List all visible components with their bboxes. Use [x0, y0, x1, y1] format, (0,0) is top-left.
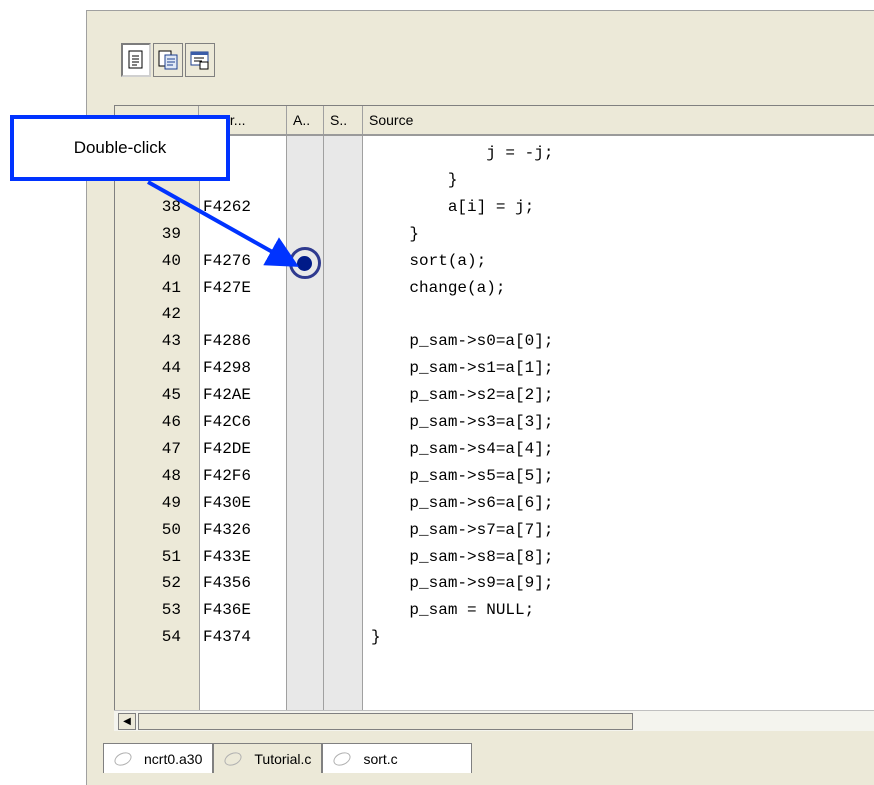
address: F433E	[203, 547, 252, 566]
horizontal-scrollbar[interactable]: ◀	[114, 710, 874, 731]
address: F42F6	[203, 466, 252, 485]
line-number: 51	[161, 547, 181, 566]
view-toolbar	[121, 43, 215, 83]
source-code: p_sam->s1=a[1];	[371, 359, 554, 378]
scroll-thumb[interactable]	[138, 713, 633, 730]
line-number: 39	[161, 224, 181, 243]
table-row[interactable]: 51 F433E p_sam->s8=a[8];	[115, 544, 874, 571]
table-row[interactable]: 45 F42AE p_sam->s2=a[2];	[115, 382, 874, 409]
table-row[interactable]: 40 F4276 sort(a);	[115, 246, 874, 279]
file-icon	[222, 749, 245, 768]
source-listview[interactable]: Line Sour... A.. S.. Source 59 j = -j; }…	[114, 105, 874, 711]
source-code: }	[371, 628, 381, 647]
address: F42C6	[203, 413, 252, 431]
tab-sort[interactable]: sort.c	[322, 743, 473, 773]
table-row[interactable]: 42	[115, 301, 874, 328]
file-tabs: ncrt0.a30 Tutorial.c sort.c	[103, 743, 473, 773]
table-row[interactable]: 49 F430E p_sam->s6=a[6];	[115, 490, 874, 517]
mixed-view-button[interactable]	[153, 43, 183, 77]
line-number: 44	[161, 359, 181, 378]
table-row[interactable]: 44 F4298 p_sam->s1=a[1];	[115, 355, 874, 382]
line-number: 40	[161, 251, 181, 270]
line-number: 54	[161, 628, 181, 647]
line-number: 41	[161, 278, 181, 297]
source-code: p_sam->s8=a[8];	[371, 547, 554, 566]
source-code: p_sam->s0=a[0];	[371, 332, 554, 351]
mixed-view-icon	[158, 50, 178, 70]
source-code: }	[371, 170, 458, 189]
table-row[interactable]: 50 F4326 p_sam->s7=a[7];	[115, 517, 874, 544]
line-number: 45	[161, 386, 181, 405]
address: F4356	[203, 574, 252, 593]
tab-label: Tutorial.c	[254, 750, 312, 767]
tab-tutorial[interactable]: Tutorial.c	[213, 743, 323, 773]
source-code: p_sam->s2=a[2];	[371, 386, 554, 405]
file-icon	[331, 749, 354, 768]
table-row[interactable]: 38 F4262 a[i] = j;	[115, 194, 874, 221]
file-icon	[112, 749, 134, 768]
scroll-left-button[interactable]: ◀	[118, 713, 136, 730]
line-number: 38	[161, 197, 181, 216]
source-code: j = -j;	[371, 144, 554, 162]
address: F436E	[203, 601, 252, 620]
table-row[interactable]: 43 F4286 p_sam->s0=a[0];	[115, 328, 874, 355]
source-code: p_sam->s9=a[9];	[371, 574, 554, 593]
address: F427E	[203, 278, 252, 297]
line-number: 42	[161, 305, 181, 324]
address: F4374	[203, 628, 252, 647]
tab-label: sort.c	[363, 750, 398, 767]
source-code: p_sam->s7=a[7];	[371, 520, 554, 539]
table-row[interactable]: 41 F427E change(a);	[115, 275, 874, 302]
address: F430E	[203, 493, 252, 512]
source-code: p_sam->s5=a[5];	[371, 466, 554, 485]
line-number: 47	[161, 439, 181, 458]
address: F4262	[203, 197, 252, 216]
source-code: p_sam->s4=a[4];	[371, 439, 554, 458]
line-number: 46	[161, 413, 181, 431]
line-number: 50	[161, 520, 181, 539]
table-row[interactable]: 54 F4374}	[115, 624, 874, 651]
address: F4326	[203, 520, 252, 539]
left-arrow-icon: ◀	[123, 716, 131, 727]
source-view-icon	[128, 50, 143, 69]
address: F4286	[203, 332, 252, 351]
address: F42DE	[203, 439, 252, 458]
disassembly-view-icon	[190, 51, 209, 70]
tab-ncrt0[interactable]: ncrt0.a30	[103, 743, 214, 773]
table-row[interactable]: 39 }	[115, 221, 874, 248]
breakpoint-icon[interactable]	[297, 255, 312, 271]
header-status[interactable]: S..	[324, 106, 363, 134]
double-click-callout: Double-click	[10, 115, 230, 181]
source-code: p_sam->s6=a[6];	[371, 493, 554, 512]
address: F4276	[203, 251, 252, 270]
line-number: 43	[161, 332, 181, 351]
table-row[interactable]: 52 F4356 p_sam->s9=a[9];	[115, 570, 874, 597]
disassembly-view-button[interactable]	[185, 43, 215, 77]
source-code: p_sam->s3=a[3];	[371, 413, 554, 431]
source-code: p_sam = NULL;	[371, 601, 535, 620]
source-view-button[interactable]	[121, 43, 151, 77]
header-source[interactable]: Source	[363, 106, 874, 134]
table-row[interactable]: 48 F42F6 p_sam->s5=a[5];	[115, 463, 874, 490]
source-code: a[i] = j;	[371, 197, 535, 216]
source-code: }	[371, 224, 420, 243]
address: F42AE	[203, 386, 252, 405]
source-code: sort(a);	[371, 251, 487, 270]
table-row[interactable]: 46 F42C6 p_sam->s3=a[3];	[115, 409, 874, 436]
table-row[interactable]: 53 F436E p_sam = NULL;	[115, 597, 874, 624]
address: F4298	[203, 359, 252, 378]
line-number: 52	[161, 574, 181, 593]
line-number: 48	[161, 466, 181, 485]
line-number: 53	[161, 601, 181, 620]
line-number: 49	[161, 493, 181, 512]
table-row[interactable]: 47 F42DE p_sam->s4=a[4];	[115, 436, 874, 463]
header-action[interactable]: A..	[287, 106, 324, 134]
source-code: change(a);	[371, 278, 506, 297]
callout-text: Double-click	[73, 138, 167, 157]
tab-label: ncrt0.a30	[144, 750, 203, 767]
